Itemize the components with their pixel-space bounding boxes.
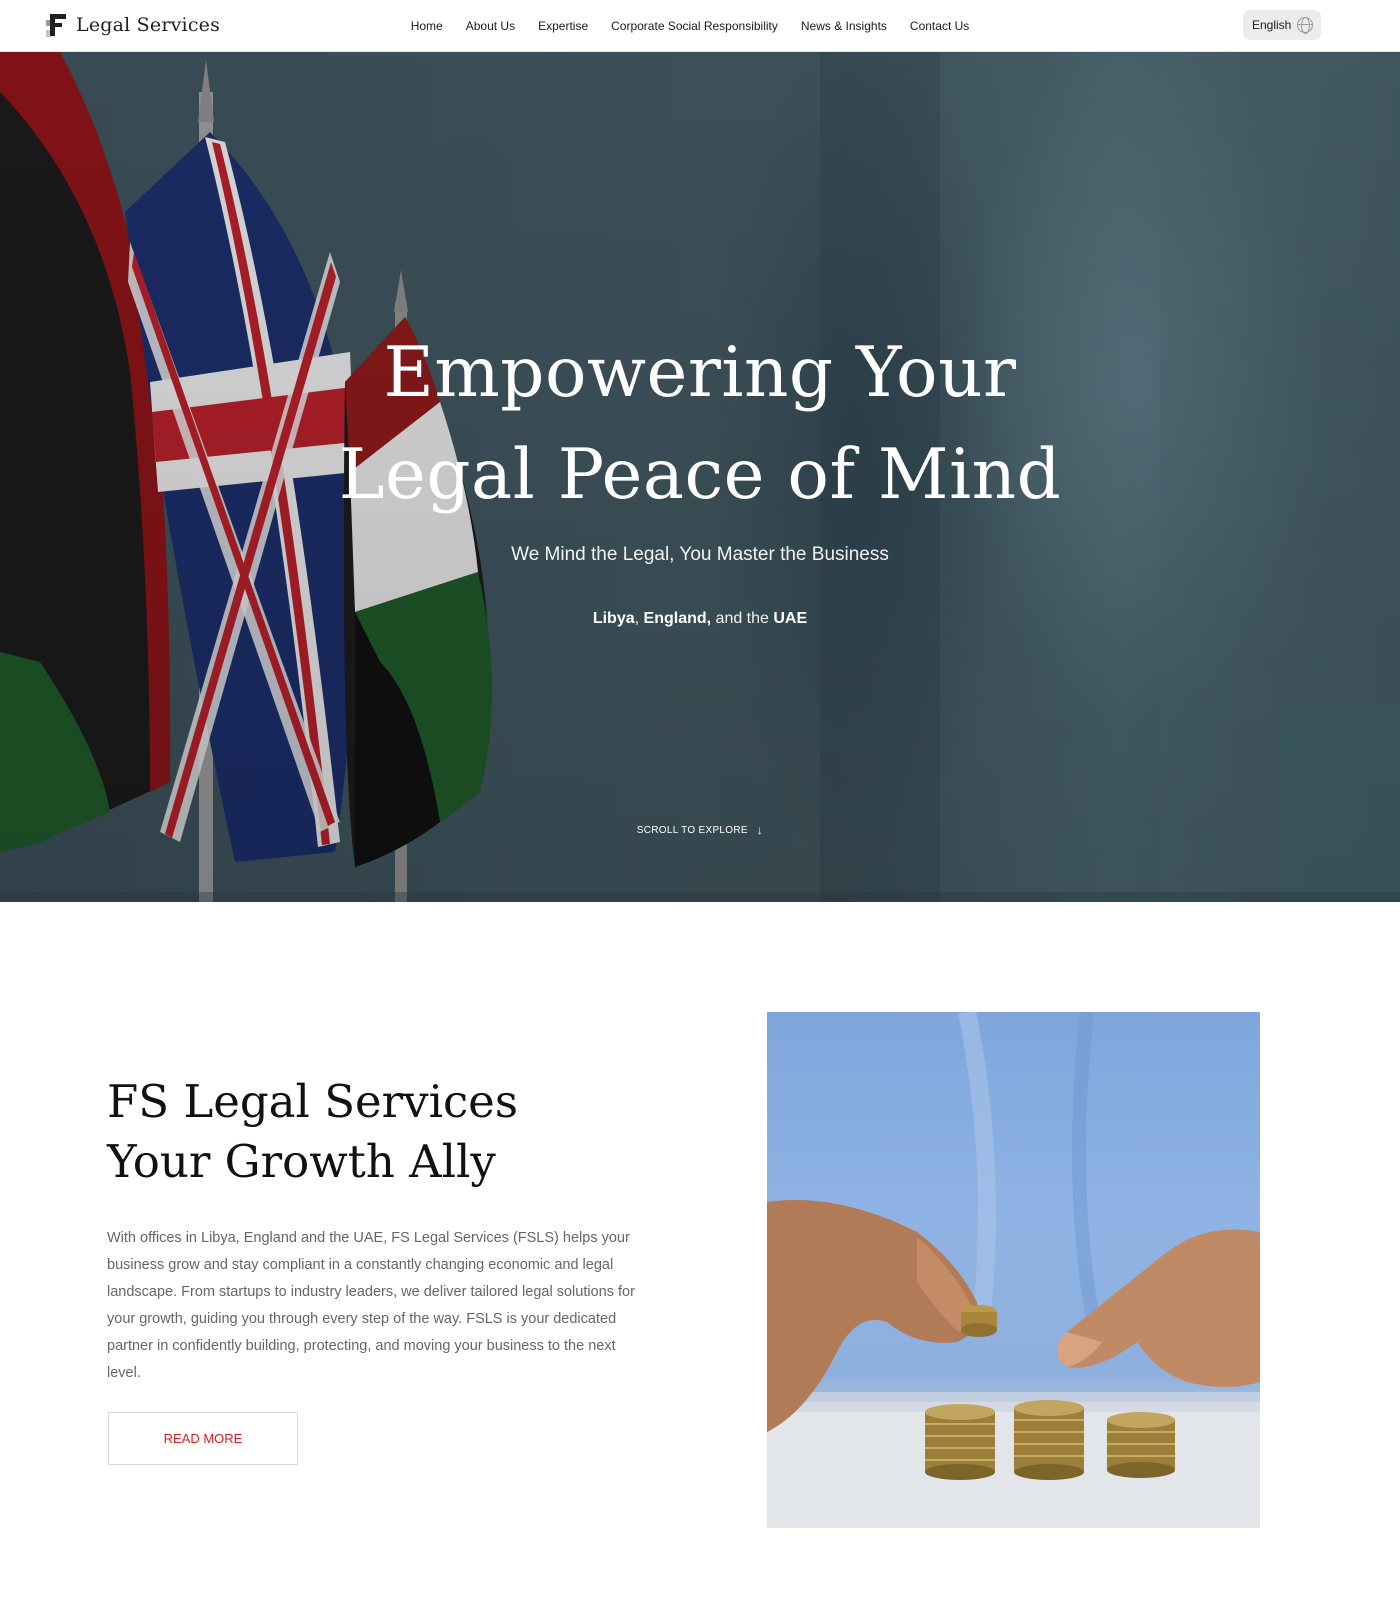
globe-icon (1297, 17, 1313, 34)
hero-title: Empowering Your Legal Peace of Mind (0, 322, 1400, 526)
about-title-line-1: FS Legal Services (107, 1075, 518, 1128)
location-libya: Libya (592, 610, 635, 627)
arrow-down-icon: ↓ (756, 823, 764, 837)
nav-home[interactable]: Home (399, 19, 454, 33)
coins-illustration (767, 1012, 1260, 1528)
scroll-to-explore[interactable]: SCROLL TO EXPLORE ↓ (0, 823, 1400, 837)
nav-about-us[interactable]: About Us (454, 19, 526, 33)
hero-locations: Libya, England, and the UAE (0, 610, 1400, 628)
location-england: England, (643, 610, 712, 627)
site-header: Legal Services Home About Us Expertise C… (0, 0, 1400, 52)
nav-contact-us[interactable]: Contact Us (898, 19, 980, 33)
site-logo[interactable]: Legal Services (46, 10, 220, 40)
location-uae: UAE (773, 610, 808, 627)
location-connector: and the (711, 610, 774, 627)
hero-title-line-1: Empowering Your (383, 333, 1017, 413)
about-title-line-2: Your Growth Ally (107, 1135, 496, 1188)
hero-section: Empowering Your Legal Peace of Mind We M… (0, 52, 1400, 902)
location-separator: , (634, 610, 640, 627)
logo-mark-icon (46, 12, 68, 38)
nav-expertise[interactable]: Expertise (527, 19, 600, 33)
about-body: With offices in Libya, England and the U… (107, 1230, 635, 1381)
logo-text: Legal Services (76, 14, 221, 36)
scroll-label: SCROLL TO EXPLORE (636, 825, 748, 836)
about-title: FS Legal Services Your Growth Ally (107, 1072, 518, 1192)
language-label: English (1252, 18, 1292, 32)
read-more-button[interactable]: READ MORE (108, 1412, 298, 1465)
hero-title-line-2: Legal Peace of Mind (338, 435, 1062, 515)
language-selector[interactable]: English (1243, 10, 1321, 40)
coins-photo (767, 1012, 1260, 1528)
hero-subtitle: We Mind the Legal, You Master the Busine… (511, 544, 889, 565)
nav-csr[interactable]: Corporate Social Responsibility (600, 19, 790, 33)
nav-news-insights[interactable]: News & Insights (789, 19, 898, 33)
